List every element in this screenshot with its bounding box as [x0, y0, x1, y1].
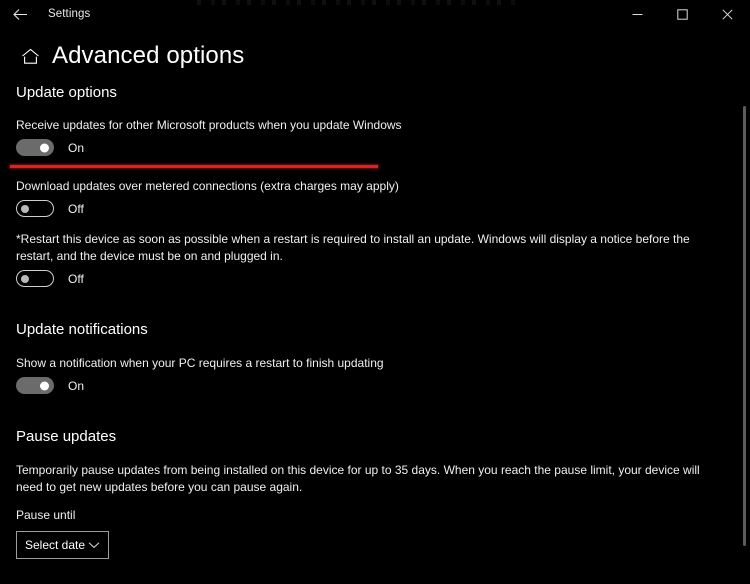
section-heading-pause-updates: Pause updates [16, 428, 117, 445]
maximize-button[interactable] [660, 0, 705, 28]
app-title: Settings [48, 8, 91, 20]
close-button[interactable] [705, 0, 750, 28]
toggle-row-metered-connections: Off [16, 200, 750, 217]
setting-description-metered-connections: Download updates over metered connection… [16, 179, 399, 193]
close-icon [722, 8, 733, 20]
toggle-knob [40, 143, 49, 152]
arrow-left-icon [12, 8, 28, 21]
section-heading-update-options: Update options [16, 84, 117, 101]
toggle-state-show-notification: On [68, 378, 85, 393]
minimize-icon [632, 9, 643, 20]
toggle-restart-device[interactable] [16, 270, 54, 287]
setting-description-restart-device: *Restart this device as soon as possible… [16, 232, 690, 263]
annotation-underline [10, 165, 378, 168]
toggle-knob [21, 274, 29, 283]
toggle-metered-connections[interactable] [16, 200, 54, 217]
toggle-state-metered-connections: Off [68, 201, 84, 216]
section-heading-update-notifications: Update notifications [16, 321, 148, 338]
toggle-state-restart-device: Off [68, 271, 84, 286]
toggle-row-show-notification: On [16, 377, 750, 394]
toggle-knob [21, 204, 29, 213]
scrollbar-thumb[interactable] [743, 106, 746, 546]
vertical-scrollbar[interactable] [738, 28, 750, 584]
back-button[interactable] [0, 0, 40, 28]
toggle-knob [40, 381, 49, 390]
page-header: Advanced options [0, 38, 244, 74]
toggle-row-microsoft-products: On [16, 139, 750, 156]
page-title: Advanced options [52, 42, 245, 69]
home-icon[interactable] [13, 48, 47, 65]
pause-until-label: Pause until [16, 508, 76, 522]
title-bar: Settings [0, 0, 750, 28]
minimize-button[interactable] [615, 0, 660, 28]
toggle-state-microsoft-products: On [68, 140, 85, 155]
toggle-show-notification[interactable] [16, 377, 54, 394]
setting-description-microsoft-products: Receive updates for other Microsoft prod… [16, 118, 402, 132]
setting-description-show-notification: Show a notification when your PC require… [16, 356, 384, 370]
maximize-icon [677, 8, 688, 20]
pause-updates-description: Temporarily pause updates from being ins… [16, 463, 700, 494]
toggle-row-restart-device: Off [16, 270, 750, 287]
pause-until-dropdown-value: Select date [25, 538, 86, 552]
settings-content: Update options Receive updates for other… [0, 84, 750, 584]
chevron-down-icon [88, 541, 100, 549]
pause-until-dropdown[interactable]: Select date [16, 531, 109, 559]
toggle-microsoft-products[interactable] [16, 139, 54, 156]
